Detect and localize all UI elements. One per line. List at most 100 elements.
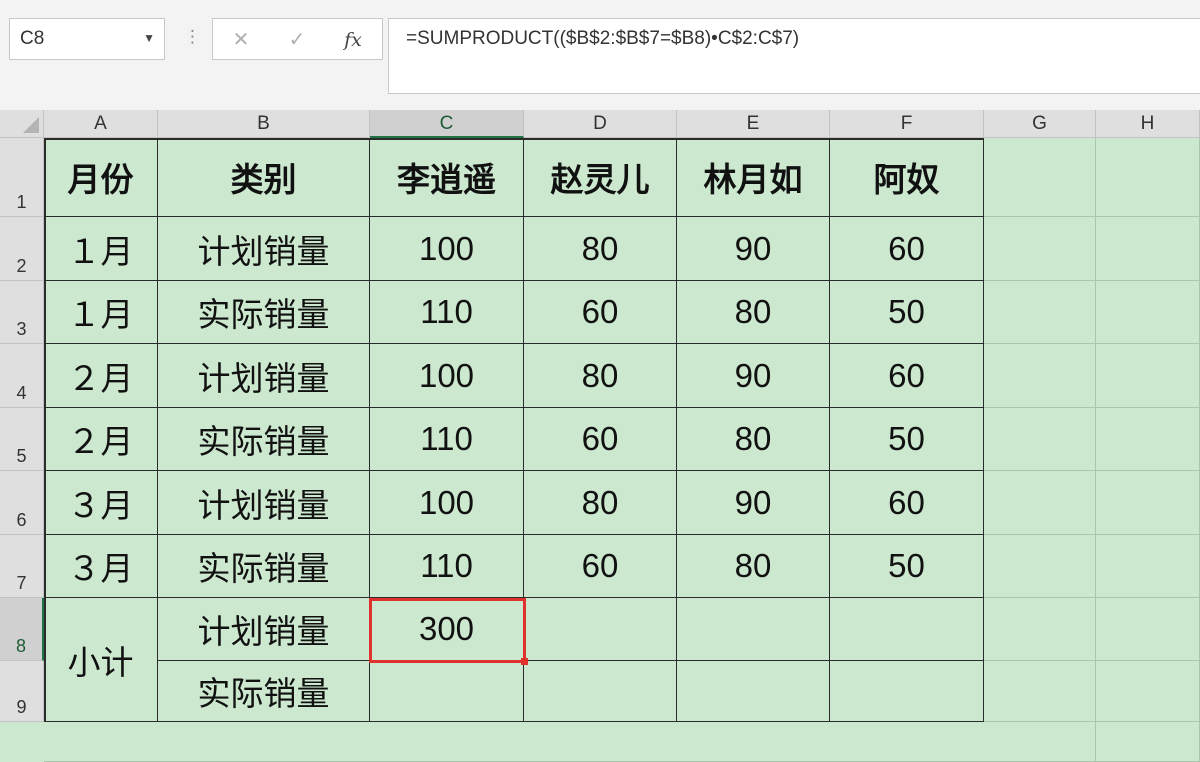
- gridline: [984, 343, 1200, 344]
- cell-b2[interactable]: 计划销量: [158, 217, 370, 281]
- formula-text: =SUMPRODUCT(($B$2:$B$7=$B8)•C$2:C$7): [406, 28, 800, 49]
- gridline: [1095, 138, 1096, 762]
- cell-c5[interactable]: 110: [370, 408, 524, 471]
- column-header-e[interactable]: E: [677, 110, 830, 138]
- cell-e2[interactable]: 90: [677, 217, 830, 281]
- cell-a2[interactable]: １月: [44, 217, 158, 281]
- row-header-2[interactable]: 2: [0, 217, 44, 281]
- cell-f7[interactable]: 50: [830, 535, 984, 598]
- enter-icon[interactable]: ✓: [277, 25, 317, 55]
- column-header-d[interactable]: D: [524, 110, 677, 138]
- column-header-g[interactable]: G: [984, 110, 1096, 138]
- gridline: [984, 721, 1200, 722]
- name-box[interactable]: C8 ▼: [9, 18, 165, 60]
- cell-b6[interactable]: 计划销量: [158, 471, 370, 535]
- cell-d4[interactable]: 80: [524, 344, 677, 408]
- cell-e4[interactable]: 90: [677, 344, 830, 408]
- row-header-6[interactable]: 6: [0, 471, 44, 535]
- cell-e5[interactable]: 80: [677, 408, 830, 471]
- cell-b1[interactable]: 类别: [158, 138, 370, 217]
- cell-f4[interactable]: 60: [830, 344, 984, 408]
- more-options-icon[interactable]: ⋮: [184, 27, 201, 47]
- gridline: [984, 470, 1200, 471]
- column-header-b[interactable]: B: [158, 110, 370, 138]
- row-header-1[interactable]: 1: [0, 138, 44, 217]
- row-number: 2: [16, 256, 27, 276]
- cell-f6[interactable]: 60: [830, 471, 984, 535]
- cell-f3[interactable]: 50: [830, 281, 984, 344]
- row-header-5[interactable]: 5: [0, 408, 44, 471]
- active-cell-selection[interactable]: [369, 598, 528, 665]
- row-header-4[interactable]: 4: [0, 344, 44, 408]
- cell-a7[interactable]: ３月: [44, 535, 158, 598]
- cell-c4[interactable]: 100: [370, 344, 524, 408]
- cell-a1[interactable]: 月份: [44, 138, 158, 217]
- cell-d1[interactable]: 赵灵儿: [524, 138, 677, 217]
- cell-b8[interactable]: 计划销量: [158, 598, 370, 661]
- fill-handle[interactable]: [521, 658, 528, 665]
- cell-b3[interactable]: 实际销量: [158, 281, 370, 344]
- row-number: 3: [16, 319, 27, 339]
- cell-d3[interactable]: 60: [524, 281, 677, 344]
- cell-c2[interactable]: 100: [370, 217, 524, 281]
- cell-e1[interactable]: 林月如: [677, 138, 830, 217]
- cell-a4[interactable]: ２月: [44, 344, 158, 408]
- row-header-8[interactable]: 8: [0, 598, 44, 661]
- cell-c3[interactable]: 110: [370, 281, 524, 344]
- gridline: [984, 660, 1200, 661]
- row-header-3[interactable]: 3: [0, 281, 44, 344]
- cell-e6[interactable]: 90: [677, 471, 830, 535]
- cell-d7[interactable]: 60: [524, 535, 677, 598]
- cell-e8[interactable]: [677, 598, 830, 661]
- cell-b5[interactable]: 实际销量: [158, 408, 370, 471]
- cell-d9[interactable]: [524, 661, 677, 722]
- column-header-c[interactable]: C: [370, 110, 524, 138]
- column-header-h[interactable]: H: [1096, 110, 1200, 138]
- row-number: 6: [16, 510, 27, 530]
- select-all-icon: [23, 117, 39, 133]
- cell-f9[interactable]: [830, 661, 984, 722]
- cell-a3[interactable]: １月: [44, 281, 158, 344]
- cell-b7[interactable]: 实际销量: [158, 535, 370, 598]
- column-header-a[interactable]: A: [44, 110, 158, 138]
- gridline: [984, 216, 1200, 217]
- formula-buttons: ✕ ✓ fx: [212, 18, 383, 60]
- cell-b9[interactable]: 实际销量: [158, 661, 370, 722]
- cell-c1[interactable]: 李逍遥: [370, 138, 524, 217]
- cell-c7[interactable]: 110: [370, 535, 524, 598]
- cell-c9[interactable]: [370, 661, 524, 722]
- cell-c6[interactable]: 100: [370, 471, 524, 535]
- cell-b4[interactable]: 计划销量: [158, 344, 370, 408]
- cancel-icon[interactable]: ✕: [221, 25, 261, 55]
- gridline: [984, 280, 1200, 281]
- formula-bar: C8 ▼ ⋮ ✕ ✓ fx =SUMPRODUCT(($B$2:$B$7=$B8…: [0, 0, 1200, 110]
- row-number: 4: [16, 383, 27, 403]
- row-number: 1: [16, 192, 27, 212]
- row-header-7[interactable]: 7: [0, 535, 44, 598]
- cell-f2[interactable]: 60: [830, 217, 984, 281]
- row-number: 9: [16, 697, 27, 717]
- cell-e9[interactable]: [677, 661, 830, 722]
- name-box-value: C8: [20, 28, 45, 49]
- row-header-9[interactable]: 9: [0, 661, 44, 722]
- row-number: 5: [16, 446, 27, 466]
- cell-f1[interactable]: 阿奴: [830, 138, 984, 217]
- cell-a6[interactable]: ３月: [44, 471, 158, 535]
- cell-f5[interactable]: 50: [830, 408, 984, 471]
- row-number: 7: [16, 573, 27, 593]
- row-number: 8: [15, 636, 26, 656]
- chevron-down-icon[interactable]: ▼: [143, 31, 155, 45]
- cell-e3[interactable]: 80: [677, 281, 830, 344]
- insert-function-icon[interactable]: fx: [333, 25, 373, 55]
- cell-d8[interactable]: [524, 598, 677, 661]
- cell-a5[interactable]: ２月: [44, 408, 158, 471]
- column-header-f[interactable]: F: [830, 110, 984, 138]
- formula-input[interactable]: =SUMPRODUCT(($B$2:$B$7=$B8)•C$2:C$7): [388, 18, 1200, 94]
- cell-d5[interactable]: 60: [524, 408, 677, 471]
- cell-a8[interactable]: 小计: [44, 598, 158, 722]
- select-all-button[interactable]: [0, 110, 44, 138]
- cell-d6[interactable]: 80: [524, 471, 677, 535]
- cell-e7[interactable]: 80: [677, 535, 830, 598]
- cell-f8[interactable]: [830, 598, 984, 661]
- cell-d2[interactable]: 80: [524, 217, 677, 281]
